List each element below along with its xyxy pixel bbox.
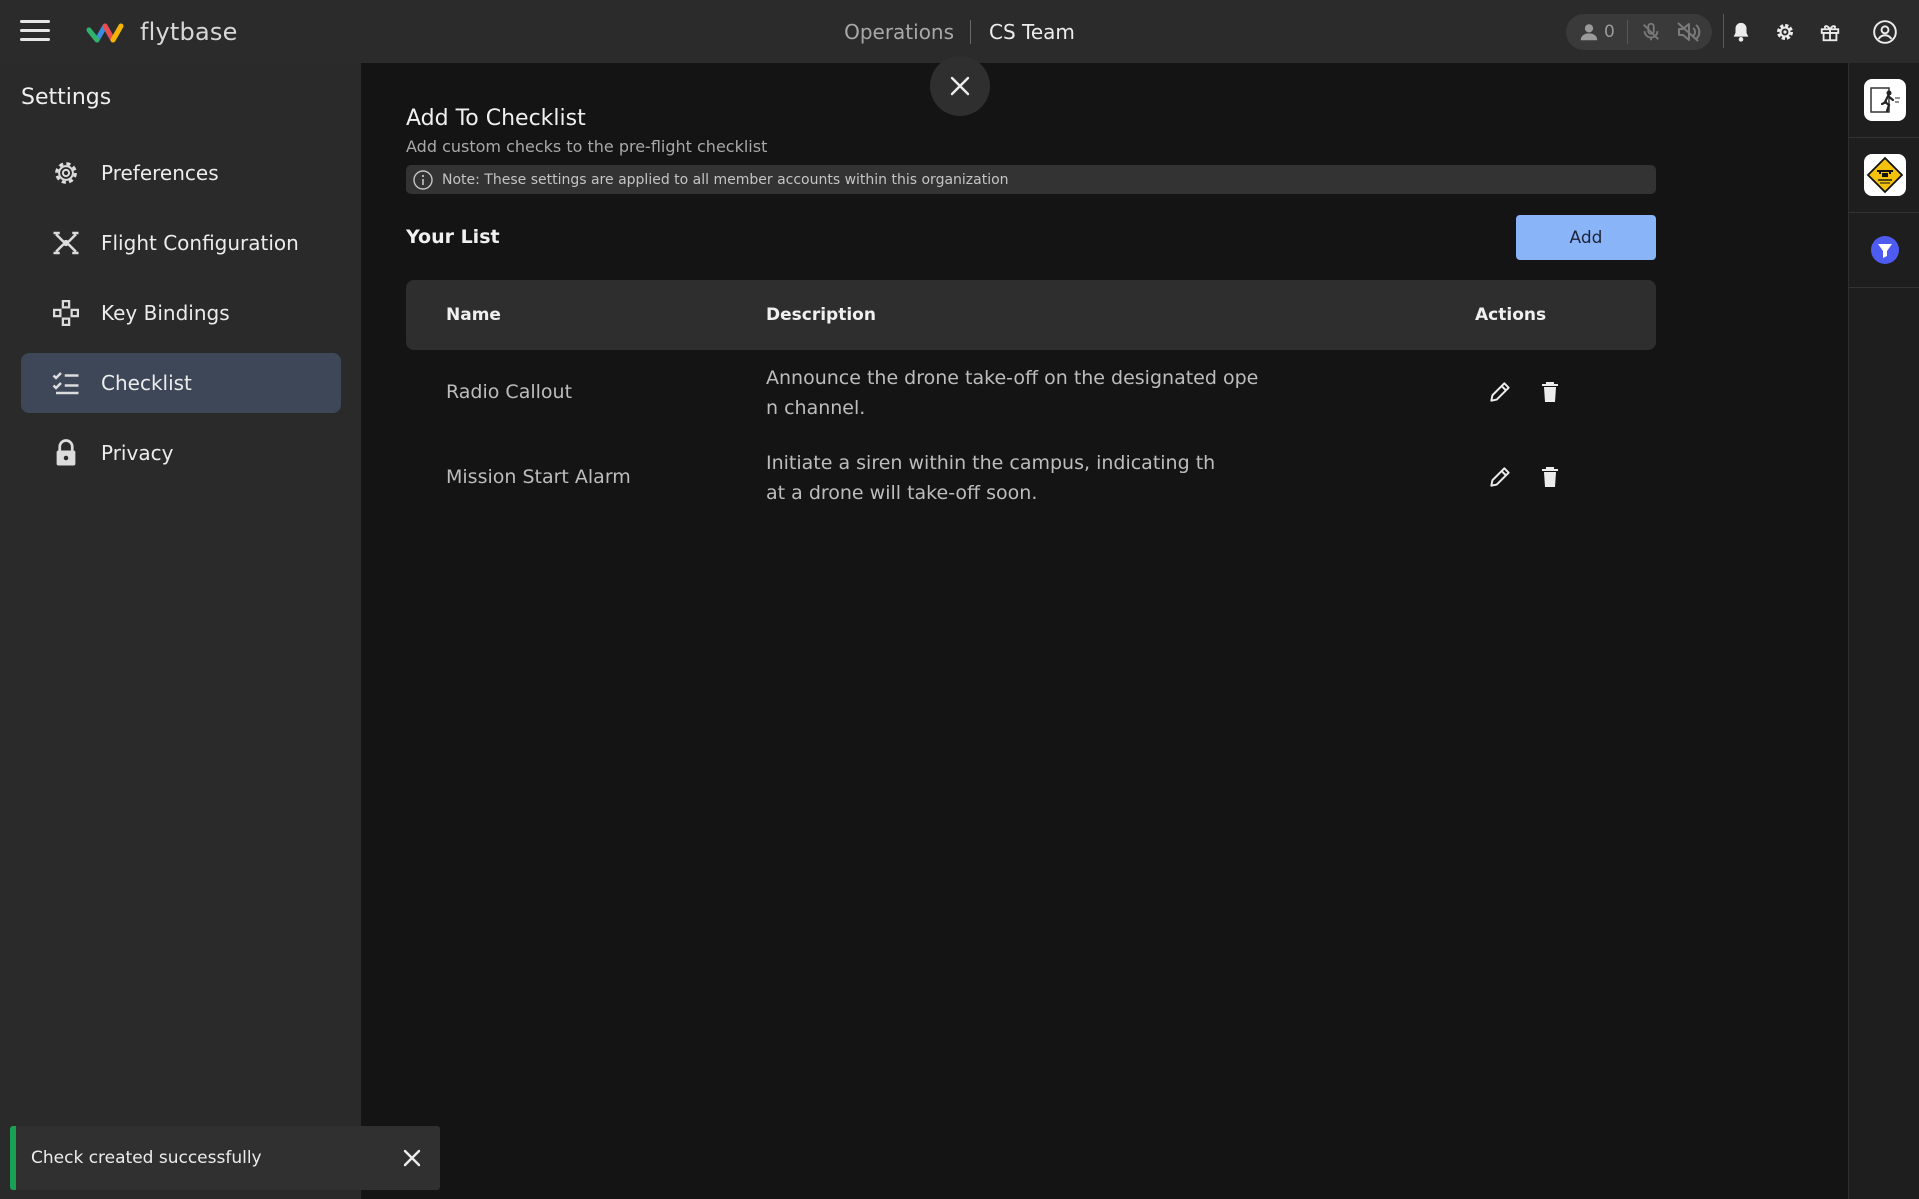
success-toast: Check created successfully (10, 1126, 440, 1190)
info-icon (412, 169, 434, 191)
edit-check-button[interactable] (1486, 378, 1514, 406)
sidebar-item-label: Checklist (101, 371, 192, 395)
check-description: Initiate a siren within the campus, indi… (766, 452, 1216, 504)
close-icon[interactable] (400, 1146, 424, 1170)
participants-count[interactable]: 0 (1566, 20, 1628, 44)
gift-icon[interactable] (1819, 20, 1841, 44)
bell-icon[interactable] (1730, 20, 1752, 44)
call-controls: 0 (1566, 14, 1712, 50)
table-row: Radio Callout Announce the drone take-of… (406, 350, 1656, 435)
filter-icon (1870, 236, 1899, 264)
gamepad-icon (49, 296, 83, 330)
page-title: Add To Checklist (406, 106, 586, 131)
check-description: Announce the drone take-off on the desig… (766, 367, 1259, 419)
rail-app-drone-sign[interactable] (1849, 138, 1919, 213)
divider (1723, 14, 1724, 48)
checklist-icon (49, 366, 83, 400)
list-title: Your List (406, 226, 500, 248)
delete-check-button[interactable] (1536, 463, 1564, 491)
sidebar-item-preferences[interactable]: Preferences (21, 143, 341, 203)
gear-icon[interactable] (1773, 20, 1797, 44)
evacuation-icon (1863, 79, 1906, 121)
org-note-banner: Note: These settings are applied to all … (406, 165, 1656, 194)
pencil-icon (1490, 382, 1510, 402)
top-bar: flytbase Operations CS Team 0 (0, 0, 1919, 63)
sidebar-item-label: Preferences (101, 161, 219, 185)
account-icon[interactable] (1872, 19, 1898, 45)
org-note-text: Note: These settings are applied to all … (442, 171, 1009, 188)
user-icon (1580, 24, 1598, 41)
close-icon (950, 76, 970, 96)
sidebar-item-label: Privacy (101, 441, 174, 465)
table-header: Name Description Actions (406, 280, 1656, 350)
column-header-name: Name (446, 305, 501, 325)
sidebar-item-label: Flight Configuration (101, 231, 299, 255)
check-name: Mission Start Alarm (446, 466, 631, 488)
add-check-button[interactable]: Add (1516, 215, 1656, 260)
drone-icon (49, 226, 83, 260)
sidebar-title: Settings (21, 85, 112, 110)
nav-team[interactable]: CS Team (971, 20, 1075, 44)
gear-icon (49, 156, 83, 190)
lock-icon (49, 436, 83, 470)
participants-count-value: 0 (1604, 22, 1615, 42)
sidebar-item-label: Key Bindings (101, 301, 230, 325)
rail-app-evacuation[interactable] (1849, 63, 1919, 138)
settings-sidebar: Settings Preferences Flight Configuratio… (0, 63, 361, 1199)
page-subtitle: Add custom checks to the pre-flight chec… (406, 137, 768, 156)
table-row: Mission Start Alarm Initiate a siren wit… (406, 435, 1656, 520)
toast-message: Check created successfully (31, 1148, 262, 1168)
speaker-off-icon[interactable] (1676, 20, 1702, 44)
drone-warning-sign-icon (1863, 154, 1906, 196)
rail-app-filter[interactable] (1849, 213, 1919, 288)
sidebar-item-privacy[interactable]: Privacy (21, 423, 341, 483)
pencil-icon (1490, 467, 1510, 487)
trash-icon (1542, 382, 1558, 402)
right-rail (1848, 63, 1919, 1199)
check-name: Radio Callout (446, 381, 573, 403)
close-settings-button[interactable] (930, 56, 990, 116)
column-header-actions: Actions (1475, 305, 1547, 325)
nav-operations[interactable]: Operations (844, 19, 972, 44)
sidebar-item-flight-configuration[interactable]: Flight Configuration (21, 213, 341, 273)
column-header-description: Description (766, 305, 876, 325)
mic-off-icon[interactable] (1640, 20, 1662, 44)
trash-icon (1542, 467, 1558, 487)
sidebar-item-checklist[interactable]: Checklist (21, 353, 341, 413)
edit-check-button[interactable] (1486, 463, 1514, 491)
sidebar-item-key-bindings[interactable]: Key Bindings (21, 283, 341, 343)
delete-check-button[interactable] (1536, 378, 1564, 406)
